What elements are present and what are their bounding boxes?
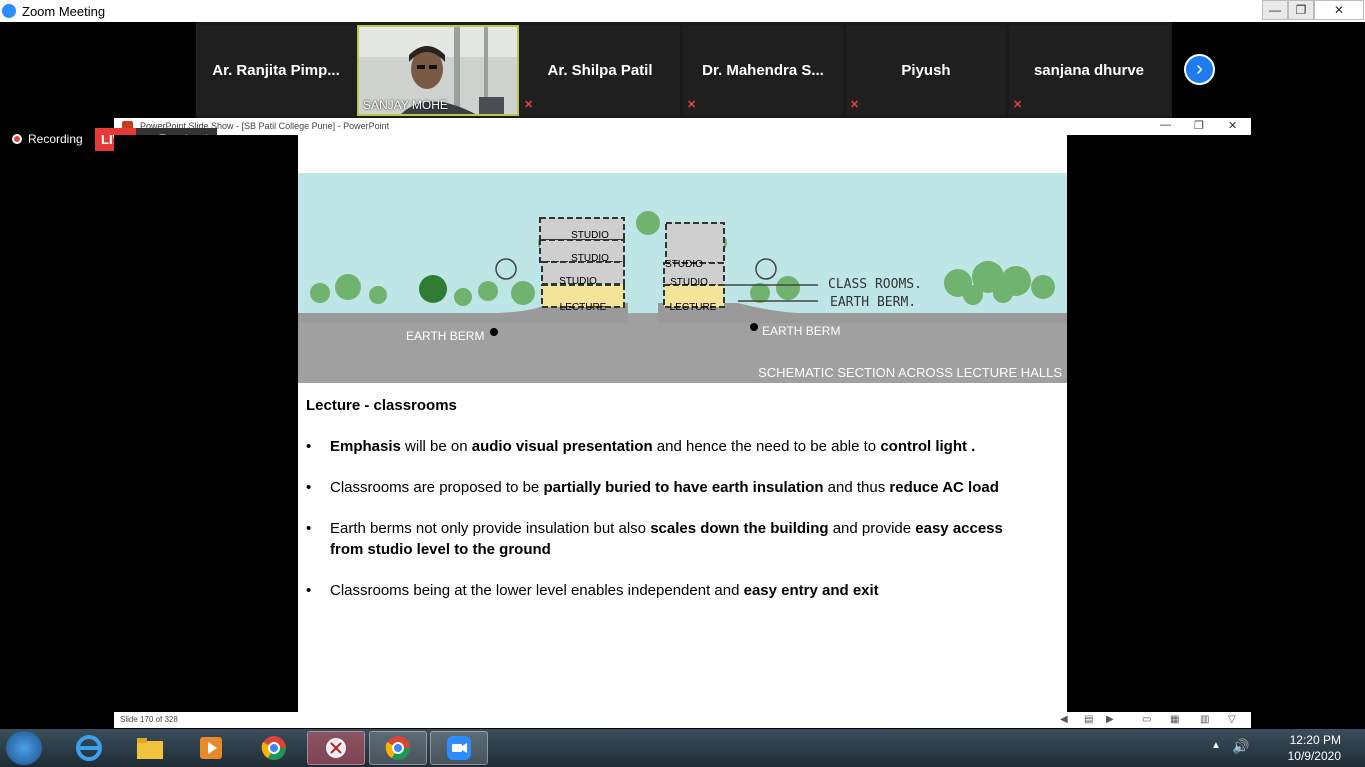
snipping-icon[interactable] [307, 731, 365, 765]
menu-icon[interactable]: ▤ [1084, 714, 1093, 725]
bullet-marker: • [306, 582, 312, 599]
label-lecture: LECTURE [670, 302, 717, 313]
section-drawing: STUDIO STUDIO STUDIO STUDIO STUDIO LECTU… [298, 173, 1067, 383]
show-hidden-icons-icon[interactable]: ▲ [1211, 740, 1221, 751]
media-player-icon[interactable] [182, 731, 240, 765]
recording-label: Recording [28, 132, 83, 146]
ppt-restore-button[interactable]: ❐ [1194, 119, 1204, 132]
slide-heading: Lecture - classrooms [306, 397, 457, 414]
bullet-text-bold: scales down the building [650, 520, 829, 537]
bullet-text-segment: Earth berms not only provide insulation … [330, 520, 651, 537]
bullet-text-bold: partially buried to have earth insulatio… [543, 479, 824, 496]
label-earth-berm: EARTH BERM [762, 324, 840, 338]
bullet-text: Earth berms not only provide insulation … [330, 518, 1026, 560]
bullet-text-segment: and hence the need to be able to [652, 438, 881, 455]
bullet-marker: • [306, 479, 312, 496]
muted-mic-icon: ✕ [687, 99, 697, 111]
bullet-text-segment: Classrooms are proposed to be [330, 479, 544, 496]
recording-indicator[interactable]: Recording [12, 132, 83, 146]
label-earth-berm: EARTH BERM [406, 329, 484, 343]
ppt-minimize-button[interactable]: — [1160, 119, 1171, 131]
slide: STUDIO STUDIO STUDIO STUDIO STUDIO LECTU… [298, 135, 1067, 712]
system-clock[interactable]: 12:20 PM 10/9/2020 [1288, 732, 1341, 764]
zoom-icon[interactable] [430, 731, 488, 765]
zoom-logo-icon [2, 4, 16, 18]
slide-counter: Slide 170 of 328 [120, 715, 178, 724]
bullet-text: Classrooms are proposed to be partially … [330, 477, 1026, 498]
reading-view-icon[interactable]: ▥ [1200, 714, 1209, 725]
next-slide-icon[interactable]: ▶ [1106, 714, 1114, 725]
slideshow-view-icon[interactable]: ▽ [1228, 714, 1236, 725]
slide-sorter-icon[interactable]: ▦ [1170, 714, 1179, 725]
participant-name: Dr. Mahendra S... [702, 61, 824, 79]
handwritten-note: CLASS ROOMS. [828, 277, 922, 292]
bullet-text-bold: control light . [880, 438, 976, 455]
muted-mic-icon: ✕ [1013, 99, 1023, 111]
next-page-button[interactable]: › [1184, 54, 1215, 85]
powerpoint-status-bar: Slide 170 of 328 ◀ ▤ ▶ ▭ ▦ ▥ ▽ [114, 712, 1251, 728]
clock-time: 12:20 PM [1289, 733, 1341, 747]
label-studio: STUDIO [665, 259, 703, 270]
handwritten-note: EARTH BERM. [830, 295, 916, 310]
label-studio: STUDIO [670, 277, 708, 288]
chrome-icon[interactable] [369, 731, 427, 765]
file-explorer-icon[interactable] [121, 731, 179, 765]
participant-name: sanjana dhurve [1033, 61, 1145, 79]
bullet-text-bold: easy entry and exit [743, 582, 879, 599]
label-studio: STUDIO [571, 230, 609, 241]
normal-view-icon[interactable]: ▭ [1142, 714, 1151, 725]
windows-taskbar: ▲ 🔊 12:20 PM 10/9/2020 [0, 729, 1365, 767]
bullet-marker: • [306, 520, 312, 537]
record-dot-icon [12, 134, 22, 144]
participant-name: Piyush [901, 61, 951, 79]
internet-explorer-icon[interactable] [60, 731, 118, 765]
participant-tile[interactable]: Piyush ✕ [846, 25, 1006, 115]
powerpoint-title-bar: PowerPoint Slide Show - [SB Patil Colleg… [114, 118, 1251, 135]
bullet-marker: • [306, 438, 312, 455]
muted-mic-icon: ✕ [524, 99, 534, 111]
participant-tile[interactable]: sanjana dhurve ✕ [1009, 25, 1169, 115]
minimize-button[interactable]: — [1262, 0, 1288, 20]
participant-name: Ar. Shilpa Patil [547, 61, 653, 79]
participant-name: Ar. Ranjita Pimp... [212, 61, 340, 79]
ppt-close-button[interactable]: ✕ [1228, 119, 1237, 132]
section-caption: SCHEMATIC SECTION ACROSS LECTURE HALLS [758, 365, 1062, 380]
participant-tile[interactable]: Ar. Ranjita Pimp... [196, 25, 356, 115]
clock-date: 10/9/2020 [1287, 749, 1341, 763]
slide-bullet: • Earth berms not only provide insulatio… [306, 518, 1026, 560]
slide-bullet: • Emphasis will be on audio visual prese… [306, 436, 1026, 457]
label-studio: STUDIO [559, 276, 597, 287]
bullet-text-segment: and thus [823, 479, 890, 496]
label-lecture: LECTURE [560, 302, 607, 313]
bullet-text-bold: Emphasis [330, 438, 401, 455]
bullet-text-segment: and provide [828, 520, 916, 537]
volume-icon[interactable]: 🔊 [1232, 738, 1249, 755]
bullet-text: Emphasis will be on audio visual present… [330, 436, 1026, 457]
participant-tile[interactable]: Dr. Mahendra S... ✕ [683, 25, 843, 115]
close-button[interactable]: ✕ [1314, 0, 1364, 20]
window-title: Zoom Meeting [22, 3, 106, 19]
label-studio: STUDIO [571, 253, 609, 264]
bullet-text-bold: reduce AC load [889, 479, 999, 496]
chrome-icon[interactable] [245, 731, 303, 765]
start-button[interactable] [6, 731, 42, 765]
slide-bullet: • Classrooms are proposed to be partiall… [306, 477, 1026, 498]
maximize-button[interactable]: ❐ [1288, 0, 1314, 20]
slide-bullet: • Classrooms being at the lower level en… [306, 580, 1026, 601]
muted-mic-icon: ✕ [850, 99, 860, 111]
active-speaker-name: SANJAY MOHE [363, 98, 448, 112]
bullet-text-segment: Classrooms being at the lower level enab… [330, 582, 744, 599]
participant-tile[interactable]: Ar. Shilpa Patil ✕ [520, 25, 680, 115]
previous-slide-icon[interactable]: ◀ [1060, 714, 1068, 725]
active-speaker-tile[interactable]: SANJAY MOHE [357, 25, 519, 116]
zoom-title-bar: Zoom Meeting — ❐ ✕ [0, 0, 1365, 22]
bullet-text-segment: will be on [400, 438, 472, 455]
bullet-text-bold: audio visual presentation [471, 438, 653, 455]
bullet-text: Classrooms being at the lower level enab… [330, 580, 1026, 601]
